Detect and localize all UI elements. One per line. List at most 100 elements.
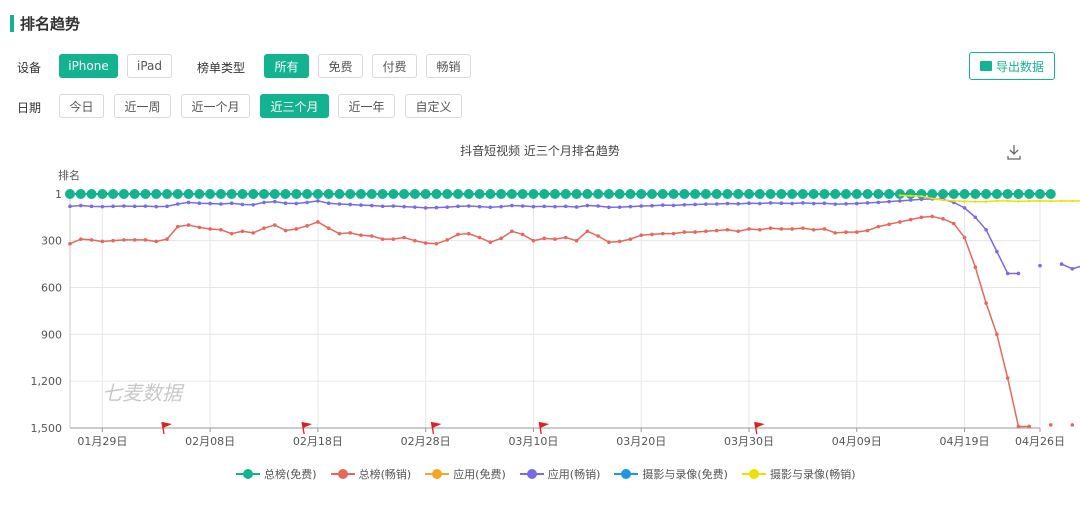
data-point	[140, 189, 151, 199]
data-point	[854, 201, 859, 206]
legend-item[interactable]: 总榜(免费)	[236, 466, 317, 482]
data-point	[1035, 189, 1045, 199]
data-point	[165, 204, 169, 209]
data-point	[434, 241, 439, 246]
data-point	[844, 202, 848, 206]
data-point	[984, 227, 988, 232]
data-point	[797, 189, 808, 199]
data-point	[413, 205, 417, 209]
data-point	[830, 189, 841, 199]
data-point	[776, 189, 787, 199]
x-tick-label: 04月09日	[832, 435, 882, 448]
data-point	[822, 227, 827, 231]
data-point	[779, 227, 784, 231]
data-point	[122, 238, 126, 242]
data-point	[898, 220, 902, 224]
data-point	[650, 203, 654, 208]
data-point	[175, 224, 180, 229]
data-point	[582, 189, 593, 199]
data-point	[122, 204, 126, 208]
data-point	[725, 227, 730, 232]
data-point	[100, 204, 105, 209]
data-point	[819, 189, 830, 199]
data-point	[1070, 266, 1075, 271]
data-point	[499, 236, 503, 241]
legend-item[interactable]: 应用(畅销)	[519, 466, 600, 482]
data-point	[952, 199, 955, 203]
rank-chart: 1 300 600 900 1,200 1,500 排名 01月29日 02月08日 02月18日…	[31, 168, 1080, 448]
legend-swatch	[425, 469, 450, 479]
data-point	[1060, 199, 1063, 203]
data-point	[887, 199, 891, 204]
data-point	[402, 204, 406, 209]
data-point	[714, 228, 719, 233]
data-point	[963, 200, 966, 203]
data-point	[995, 199, 999, 203]
data-point	[757, 227, 762, 232]
data-point	[563, 235, 568, 240]
data-point	[596, 234, 600, 238]
y-tick-label: 900	[41, 328, 62, 341]
data-point	[790, 201, 794, 206]
data-point	[154, 204, 159, 209]
data-point	[143, 238, 148, 242]
data-point	[553, 204, 557, 209]
data-point	[679, 189, 690, 199]
data-point	[973, 265, 978, 270]
data-point	[86, 189, 97, 199]
data-point	[251, 202, 256, 207]
data-point	[337, 231, 342, 236]
data-point	[822, 201, 827, 206]
data-point	[456, 232, 460, 237]
data-point	[1070, 423, 1075, 427]
data-point	[765, 189, 776, 199]
data-point	[431, 189, 442, 199]
data-point	[617, 205, 622, 209]
data-point	[647, 189, 657, 199]
data-point	[1059, 262, 1064, 266]
data-point	[1002, 189, 1013, 199]
data-point	[736, 229, 741, 234]
data-point	[585, 229, 590, 234]
data-point	[539, 189, 550, 199]
data-point	[68, 241, 72, 246]
legend-swatch	[330, 469, 355, 479]
data-point	[531, 204, 536, 209]
legend-item[interactable]: 总榜(畅销)	[330, 466, 411, 482]
data-point	[356, 189, 366, 199]
data-point	[768, 201, 773, 205]
data-point	[660, 231, 665, 236]
data-point	[172, 189, 183, 199]
data-point	[725, 201, 730, 206]
data-point	[111, 238, 115, 243]
data-point	[488, 240, 493, 245]
data-point	[682, 230, 687, 234]
data-point	[919, 197, 924, 202]
data-point	[388, 189, 399, 199]
data-point	[118, 189, 129, 199]
legend-item[interactable]: 摄影与录像(畅销)	[741, 466, 856, 482]
data-point	[183, 189, 194, 199]
data-point	[237, 189, 248, 199]
legend-item[interactable]: 应用(免费)	[425, 466, 506, 482]
data-point	[283, 201, 288, 206]
data-point	[391, 204, 396, 208]
data-point	[614, 189, 625, 199]
data-point	[445, 238, 450, 242]
legend-label: 摄影与录像(免费)	[642, 468, 728, 481]
data-point	[607, 205, 611, 210]
watermark: 七麦数据	[102, 381, 185, 405]
legend-label: 总榜(免费)	[264, 468, 317, 481]
data-point	[962, 235, 967, 240]
data-point	[1049, 199, 1052, 203]
data-point	[722, 189, 733, 199]
data-point	[283, 228, 288, 233]
data-point	[531, 238, 536, 243]
data-point	[938, 189, 948, 199]
data-point	[970, 189, 981, 199]
data-point	[585, 203, 590, 208]
legend-item[interactable]: 摄影与录像(免费)	[614, 466, 728, 482]
data-point	[132, 238, 137, 242]
data-point	[1016, 424, 1021, 429]
data-point	[754, 189, 765, 199]
